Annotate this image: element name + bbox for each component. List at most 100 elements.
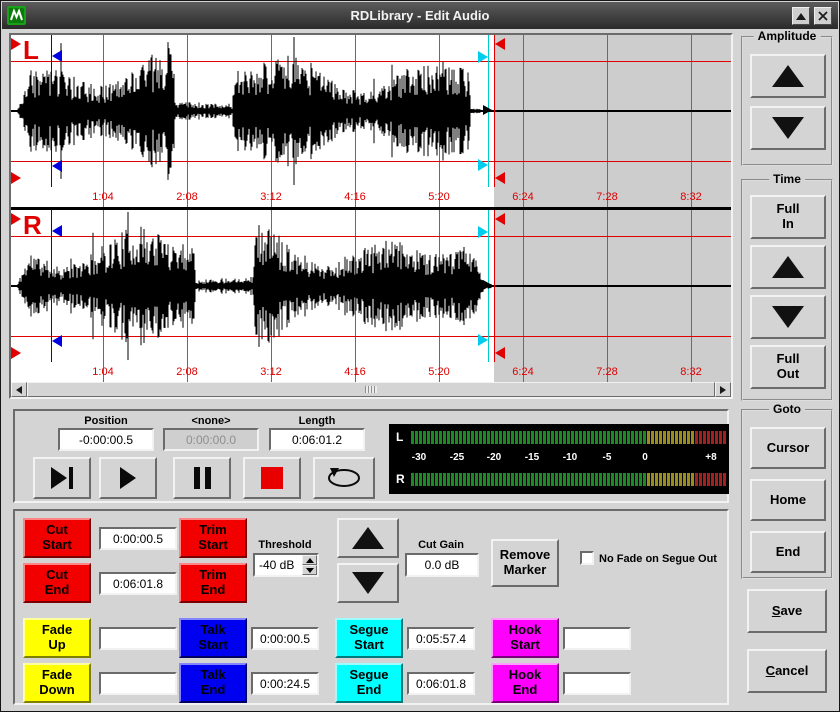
talk-end-marker <box>52 335 62 347</box>
segue-start-marker <box>478 334 488 346</box>
segue-end-field[interactable] <box>407 672 475 695</box>
full-in-button[interactable]: Full In <box>750 195 826 239</box>
shade-icon <box>796 13 806 20</box>
time-label: 5:20 <box>419 191 459 203</box>
threshold-value: -40 dB <box>259 558 294 572</box>
threshold-spin-up-button[interactable] <box>302 555 317 565</box>
fade-up-button[interactable]: Fade Up <box>23 618 91 658</box>
sidebar: Amplitude Time Full In Full Out Goto Cur… <box>741 33 833 709</box>
segue-start-marker <box>478 51 488 63</box>
window-title: RDLibrary - Edit Audio <box>2 8 838 23</box>
up-arrow-icon <box>772 256 804 278</box>
goto-home-button[interactable]: Home <box>750 479 826 521</box>
cut-end-marker <box>495 38 505 50</box>
pause-button[interactable] <box>173 457 231 499</box>
cut-gain-field[interactable] <box>405 553 479 577</box>
position-field[interactable] <box>58 428 154 451</box>
scroll-left-icon <box>16 386 22 394</box>
length-field[interactable] <box>269 428 365 451</box>
amplitude-up-button[interactable] <box>750 54 826 98</box>
cut-start-field[interactable] <box>99 527 177 550</box>
waveform-left-channel[interactable]: 1:042:083:124:165:206:247:288:32L <box>11 35 731 207</box>
talk-end-field[interactable] <box>251 672 319 695</box>
cut-gain-label: Cut Gain <box>401 539 481 551</box>
cut-start-marker <box>11 172 21 184</box>
length-label: Length <box>269 415 365 427</box>
hook-end-field[interactable] <box>563 672 631 695</box>
scroll-grip-icon <box>365 386 377 393</box>
fade-down-field[interactable] <box>99 672 177 695</box>
cut-start-button[interactable]: Cut Start <box>23 518 91 558</box>
save-button[interactable]: Save <box>747 589 827 633</box>
meter-left-bar <box>411 431 727 444</box>
segue-start-field[interactable] <box>407 627 475 650</box>
amplitude-group: Amplitude <box>741 36 833 166</box>
cut-end-marker <box>495 172 505 184</box>
time-zoom-out-button[interactable] <box>750 295 826 339</box>
talk-end-button[interactable]: Talk End <box>179 663 247 703</box>
cut-end-marker <box>495 213 505 225</box>
channel-label: L <box>23 37 39 63</box>
stop-button[interactable] <box>243 457 301 499</box>
fade-up-field[interactable] <box>99 627 177 650</box>
close-window-button[interactable] <box>814 7 832 25</box>
talk-end-marker <box>52 160 62 172</box>
titlebar[interactable]: RDLibrary - Edit Audio <box>2 2 838 29</box>
waveform-right-channel[interactable]: 1:042:083:124:165:206:247:288:32R <box>11 210 731 382</box>
threshold-spinbox[interactable]: -40 dB <box>253 553 319 577</box>
play-from-start-button[interactable] <box>33 457 91 499</box>
spin-up-icon <box>306 558 314 563</box>
hook-start-field[interactable] <box>563 627 631 650</box>
loop-button[interactable] <box>313 457 375 499</box>
remove-marker-button[interactable]: Remove Marker <box>491 539 559 587</box>
trim-start-button[interactable]: Trim Start <box>179 518 247 558</box>
scroll-slider[interactable] <box>27 382 715 397</box>
down-arrow-icon <box>772 117 804 139</box>
time-label: 4:16 <box>335 366 375 378</box>
full-out-button[interactable]: Full Out <box>750 345 826 389</box>
cut-end-field[interactable] <box>99 572 177 595</box>
meter-scale-label: 0 <box>631 452 659 463</box>
waveform-display[interactable]: 1:042:083:124:165:206:247:288:32L 1:042:… <box>9 33 733 399</box>
goto-cursor-button[interactable]: Cursor <box>750 427 826 469</box>
talk-start-button[interactable]: Talk Start <box>179 618 247 658</box>
time-label: 6:24 <box>503 191 543 203</box>
waveform-L <box>11 35 731 187</box>
edit-audio-window: RDLibrary - Edit Audio 1:042:083:124:165… <box>0 0 840 712</box>
scroll-left-button[interactable] <box>11 382 27 397</box>
down-arrow-icon <box>352 572 384 594</box>
time-label: 8:32 <box>671 191 711 203</box>
time-group: Time Full In Full Out <box>741 179 833 401</box>
hook-end-button[interactable]: Hook End <box>491 663 559 703</box>
time-zoom-in-button[interactable] <box>750 245 826 289</box>
talk-start-field[interactable] <box>251 627 319 650</box>
segue-end-button[interactable]: Segue End <box>335 663 403 703</box>
waveform-scrollbar[interactable] <box>11 382 731 397</box>
play-button[interactable] <box>99 457 157 499</box>
segue-start-button[interactable]: Segue Start <box>335 618 403 658</box>
shade-window-button[interactable] <box>792 7 810 25</box>
threshold-spin-down-button[interactable] <box>302 565 317 575</box>
cut-end-button[interactable]: Cut End <box>23 563 91 603</box>
no-fade-checkbox[interactable] <box>580 551 594 565</box>
time-label: 2:08 <box>167 366 207 378</box>
fade-down-button[interactable]: Fade Down <box>23 663 91 703</box>
scroll-right-button[interactable] <box>715 382 731 397</box>
gain-up-button[interactable] <box>337 518 399 558</box>
amplitude-group-title: Amplitude <box>754 29 821 43</box>
meter-right-bar <box>411 473 727 486</box>
time-label: 4:16 <box>335 191 375 203</box>
trim-end-button[interactable]: Trim End <box>179 563 247 603</box>
play-icon <box>120 467 136 489</box>
goto-end-button[interactable]: End <box>750 531 826 573</box>
meter-scale-label: -30 <box>405 452 433 463</box>
play-from-start-icon <box>51 467 73 489</box>
cancel-button[interactable]: Cancel <box>747 649 827 693</box>
hook-start-button[interactable]: Hook Start <box>491 618 559 658</box>
gain-down-button[interactable] <box>337 563 399 603</box>
amplitude-down-button[interactable] <box>750 106 826 150</box>
transport-panel: Position <none> Length L <box>13 409 729 503</box>
time-label: 1:04 <box>83 366 123 378</box>
audio-end-pointer <box>483 105 492 115</box>
goto-group-title: Goto <box>769 402 805 416</box>
